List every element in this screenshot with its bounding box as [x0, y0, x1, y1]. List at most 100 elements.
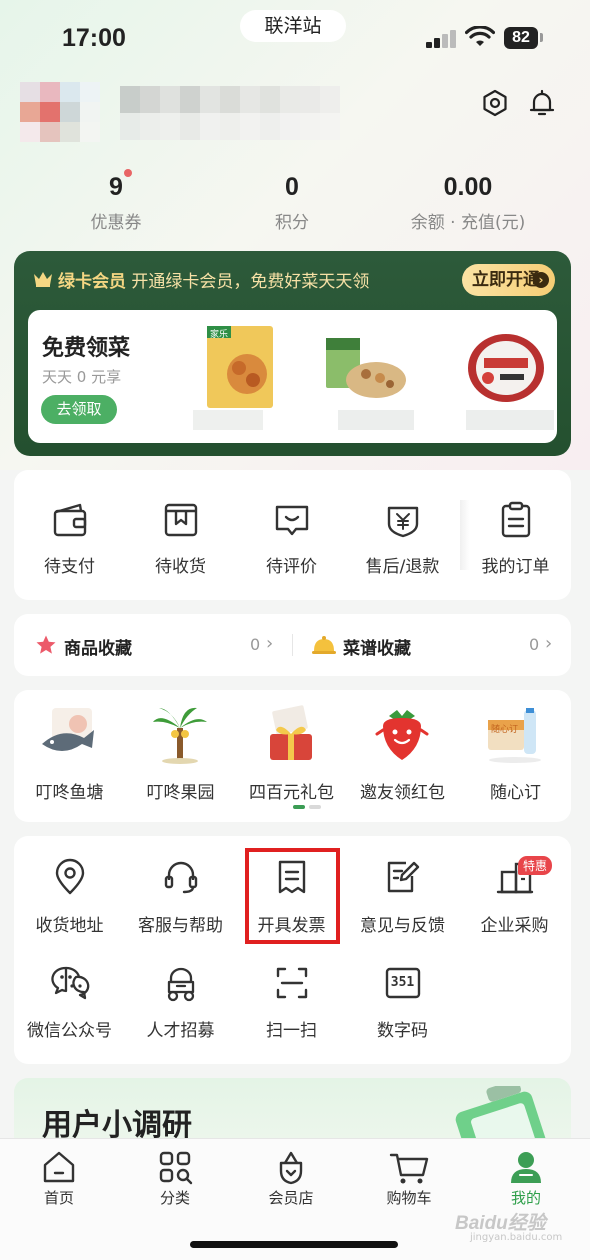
- service-label: 微信公众号: [27, 1021, 112, 1041]
- special-offer-badge: 特惠: [518, 856, 553, 875]
- battery-level: 82: [504, 27, 538, 49]
- points-label: 积分: [275, 213, 309, 233]
- activity-label: 叮咚果园: [146, 783, 215, 803]
- order-pending-payment[interactable]: 待支付: [14, 470, 125, 600]
- service-label: 收货地址: [35, 916, 104, 936]
- tab-home[interactable]: 首页: [14, 1149, 104, 1208]
- activity-subscribe[interactable]: 随心订 随心订: [460, 690, 571, 822]
- service-label: 意见与反馈: [360, 916, 445, 936]
- digital-code[interactable]: 351 数字码: [347, 946, 458, 1056]
- order-pending-review[interactable]: 待评价: [236, 470, 347, 600]
- product-image-nuts[interactable]: [318, 322, 428, 432]
- product-favorites[interactable]: 商品收藏 0 ›: [14, 614, 292, 676]
- member-store-icon: [279, 1151, 303, 1185]
- favorites-count: 0: [250, 635, 261, 654]
- member-brand: 绿卡会员: [58, 272, 126, 292]
- cart-icon: [389, 1153, 429, 1184]
- order-label: 我的订单: [481, 557, 550, 577]
- scan[interactable]: 扫一扫: [236, 946, 347, 1056]
- cellular-signal-icon: [426, 30, 458, 48]
- hotpot-seasoning-image: [466, 334, 554, 430]
- order-list-icon: [501, 501, 530, 538]
- avatar[interactable]: [20, 82, 100, 142]
- category-icon: [159, 1151, 193, 1185]
- gift-icon: [270, 705, 312, 760]
- order-label: 待收货: [155, 557, 206, 577]
- activity-gift-pack[interactable]: 四百元礼包: [236, 690, 347, 822]
- member-title: 绿卡会员 开通绿卡会员，免费好菜天天领: [58, 267, 369, 292]
- settings-icon[interactable]: [480, 88, 510, 118]
- activity-fish-pond[interactable]: 叮咚鱼塘: [14, 690, 125, 822]
- coupon-notification-dot: [124, 169, 132, 177]
- service-label: 扫一扫: [266, 1021, 317, 1041]
- activity-label: 邀友领红包: [360, 783, 445, 803]
- orders-card: 待支付 待收货 待评价 售后/退款 我的订单: [14, 470, 571, 600]
- service-label: 客服与帮助: [138, 916, 223, 936]
- enterprise-purchase[interactable]: 特惠 企业采购: [458, 836, 571, 946]
- scan-icon: [276, 967, 307, 999]
- scroll-shadow: [460, 500, 470, 570]
- bell-dish-icon: [312, 636, 336, 654]
- tab-label: 购物车: [386, 1189, 432, 1207]
- tab-label: 分类: [159, 1189, 190, 1207]
- product-image-seasoning[interactable]: 家乐: [193, 322, 303, 432]
- tab-cart[interactable]: 购物车: [364, 1149, 454, 1208]
- service-label: 数字码: [377, 1021, 428, 1041]
- notification-bell-icon[interactable]: [527, 88, 557, 118]
- tab-label: 首页: [43, 1189, 74, 1207]
- activity-label: 叮咚鱼塘: [35, 783, 104, 803]
- balance-label: 余额 · 充值(元): [410, 213, 526, 233]
- tab-label: 会员店: [268, 1189, 314, 1207]
- crown-icon: [34, 272, 52, 287]
- order-pending-receipt[interactable]: 待收货: [125, 470, 236, 600]
- wechat-official-account[interactable]: 微信公众号: [14, 946, 125, 1056]
- account-stats: 9 优惠券 0 积分 0.00 余额 · 充值(元): [0, 169, 590, 240]
- tab-profile[interactable]: 我的: [481, 1149, 571, 1208]
- claim-button[interactable]: 去领取: [41, 395, 117, 424]
- green-card-membership-banner[interactable]: 绿卡会员 开通绿卡会员，免费好菜天天领 立即开通 › 免费领菜 天天 0 元享 去…: [14, 251, 571, 456]
- watermark-sub: jingyan.baidu.com: [470, 1232, 563, 1243]
- favorites-count: 0: [529, 635, 540, 654]
- status-bar: 17:00 联洋站 82: [0, 0, 590, 80]
- balance-stat[interactable]: 0.00 余额 · 充值(元): [388, 170, 548, 233]
- service-label: 企业采购: [480, 916, 549, 936]
- activities-card: 叮咚鱼塘 叮咚果园 四百元礼包 邀友领红包 随心订 随心订: [14, 690, 571, 822]
- location-icon: [55, 858, 84, 895]
- shipping-address[interactable]: 收货地址: [14, 836, 125, 946]
- star-icon: [36, 635, 56, 654]
- order-label: 待评价: [266, 557, 317, 577]
- wechat-icon: [50, 966, 89, 1000]
- customer-service[interactable]: 客服与帮助: [125, 836, 236, 946]
- open-membership-button[interactable]: 立即开通 ›: [462, 264, 555, 296]
- coupon-stat[interactable]: 9 优惠券: [36, 170, 196, 233]
- comment-icon: [275, 505, 308, 536]
- coupon-label: 优惠券: [90, 213, 142, 233]
- activity-label: 四百元礼包: [249, 783, 334, 803]
- subscribe-badge-text: 随心订: [491, 725, 519, 735]
- activity-invite-friends[interactable]: 邀友领红包: [347, 690, 458, 822]
- points-value: 0: [285, 173, 299, 201]
- order-label: 售后/退款: [365, 557, 440, 577]
- product-image-hotpot[interactable]: [448, 322, 558, 432]
- nut-snack-image: [326, 338, 414, 430]
- balance-value: 0.00: [443, 173, 493, 201]
- recipe-favorites[interactable]: 菜谱收藏 0 ›: [293, 614, 571, 676]
- free-veg-panel[interactable]: 免费领菜 天天 0 元享 去领取 家乐: [28, 310, 557, 443]
- favorites-label: 商品收藏: [64, 639, 132, 659]
- points-stat[interactable]: 0 积分: [212, 170, 372, 233]
- digital-code-number: 351: [390, 975, 415, 990]
- order-after-sales[interactable]: 售后/退款: [347, 470, 458, 600]
- talent-recruitment[interactable]: 人才招募: [125, 946, 236, 1056]
- activity-orchard[interactable]: 叮咚果园: [125, 690, 236, 822]
- wallet-icon: [53, 503, 86, 537]
- tab-member-store[interactable]: 会员店: [246, 1149, 336, 1208]
- palm-tree-icon: [153, 707, 207, 764]
- store-selector[interactable]: 联洋站: [240, 10, 346, 42]
- feedback[interactable]: 意见与反馈: [347, 836, 458, 946]
- strawberry-icon: [375, 710, 429, 760]
- my-orders[interactable]: 我的订单: [460, 470, 571, 600]
- recruit-icon: [167, 967, 194, 1002]
- home-indicator[interactable]: [190, 1241, 398, 1248]
- order-label: 待支付: [44, 557, 95, 577]
- tab-category[interactable]: 分类: [130, 1149, 220, 1208]
